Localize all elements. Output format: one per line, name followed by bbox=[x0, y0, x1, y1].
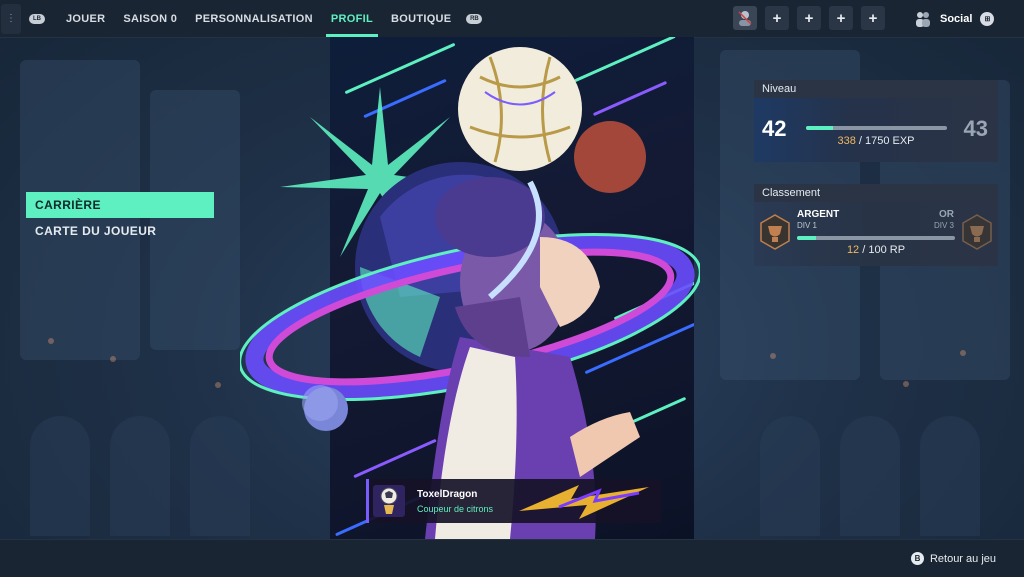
plus-icon[interactable]: + bbox=[797, 6, 821, 30]
tab-boutique[interactable]: BOUTIQUE bbox=[382, 0, 460, 37]
gold-rank-icon bbox=[962, 214, 992, 250]
exp-progress-fill bbox=[806, 126, 834, 130]
ball-trophy-icon bbox=[373, 485, 405, 517]
top-navigation-bar: ⋮ LB JOUER SAISON 0 PERSONNALISATION PRO… bbox=[0, 0, 1024, 38]
rp-total: / 100 RP bbox=[859, 244, 906, 256]
tab-jouer[interactable]: JOUER bbox=[57, 0, 114, 37]
bottom-bar: B Retour au jeu bbox=[0, 539, 1024, 577]
rp-progress-bar bbox=[797, 236, 955, 240]
side-item-carriere[interactable]: CARRIÈRE bbox=[26, 192, 214, 218]
social-shortcut-icon: ⊞ bbox=[980, 11, 995, 26]
current-rank-name: ARGENT bbox=[797, 209, 840, 220]
character-illustration bbox=[240, 47, 700, 539]
level-panel: Niveau 42 43 338 / 1750 EXP bbox=[754, 80, 998, 162]
friends-icon bbox=[916, 11, 930, 27]
social-button[interactable]: Social ⊞ bbox=[914, 0, 995, 37]
rp-current: 12 bbox=[846, 244, 860, 256]
ranking-header: Classement bbox=[754, 184, 998, 202]
back-to-game-button[interactable]: B Retour au jeu bbox=[910, 540, 996, 577]
right-bumper-icon[interactable]: RB bbox=[466, 13, 483, 24]
player-card-banner[interactable]: ToxelDragon Coupeur de citrons bbox=[366, 479, 661, 523]
level-header: Niveau bbox=[754, 80, 998, 98]
exp-progress-bar bbox=[806, 126, 947, 130]
football-icon bbox=[458, 47, 582, 171]
player-avatar-icon[interactable] bbox=[733, 6, 757, 30]
player-title: Coupeur de citrons bbox=[417, 503, 494, 514]
next-rank-name: OR bbox=[939, 209, 954, 220]
exp-readout: 338 / 1750 EXP bbox=[754, 135, 998, 147]
social-label: Social bbox=[940, 12, 973, 25]
tab-profil[interactable]: PROFIL bbox=[322, 0, 382, 37]
lightning-bolt-icon bbox=[519, 485, 649, 519]
back-to-game-label: Retour au jeu bbox=[929, 552, 996, 565]
exp-current: 338 bbox=[837, 135, 856, 147]
plus-icon[interactable]: + bbox=[861, 6, 885, 30]
tab-personnalisation[interactable]: PERSONNALISATION bbox=[186, 0, 322, 37]
grip-dots-icon[interactable]: ⋮ bbox=[1, 3, 21, 34]
player-name: ToxelDragon bbox=[417, 488, 478, 500]
next-rank-division: DIV 3 bbox=[933, 221, 954, 230]
plus-icon[interactable]: + bbox=[765, 6, 789, 30]
current-rank-division: DIV 1 bbox=[797, 221, 818, 230]
ranking-panel: Classement ARGENT DIV 1 OR DIV 3 12 / 10… bbox=[754, 184, 998, 266]
side-item-carte-du-joueur[interactable]: CARTE DU JOUEUR bbox=[26, 218, 214, 244]
b-button-icon: B bbox=[910, 552, 924, 565]
tab-saison[interactable]: SAISON 0 bbox=[114, 0, 186, 37]
party-slots: + + + + bbox=[733, 6, 885, 30]
main-tabs: JOUER SAISON 0 PERSONNALISATION PROFIL B… bbox=[57, 0, 460, 37]
profile-side-menu: CARRIÈRE CARTE DU JOUEUR bbox=[26, 192, 214, 244]
plus-icon[interactable]: + bbox=[829, 6, 853, 30]
exp-total: / 1750 EXP bbox=[855, 135, 915, 147]
rp-progress-fill bbox=[797, 236, 816, 240]
left-bumper-icon[interactable]: LB bbox=[29, 13, 45, 24]
